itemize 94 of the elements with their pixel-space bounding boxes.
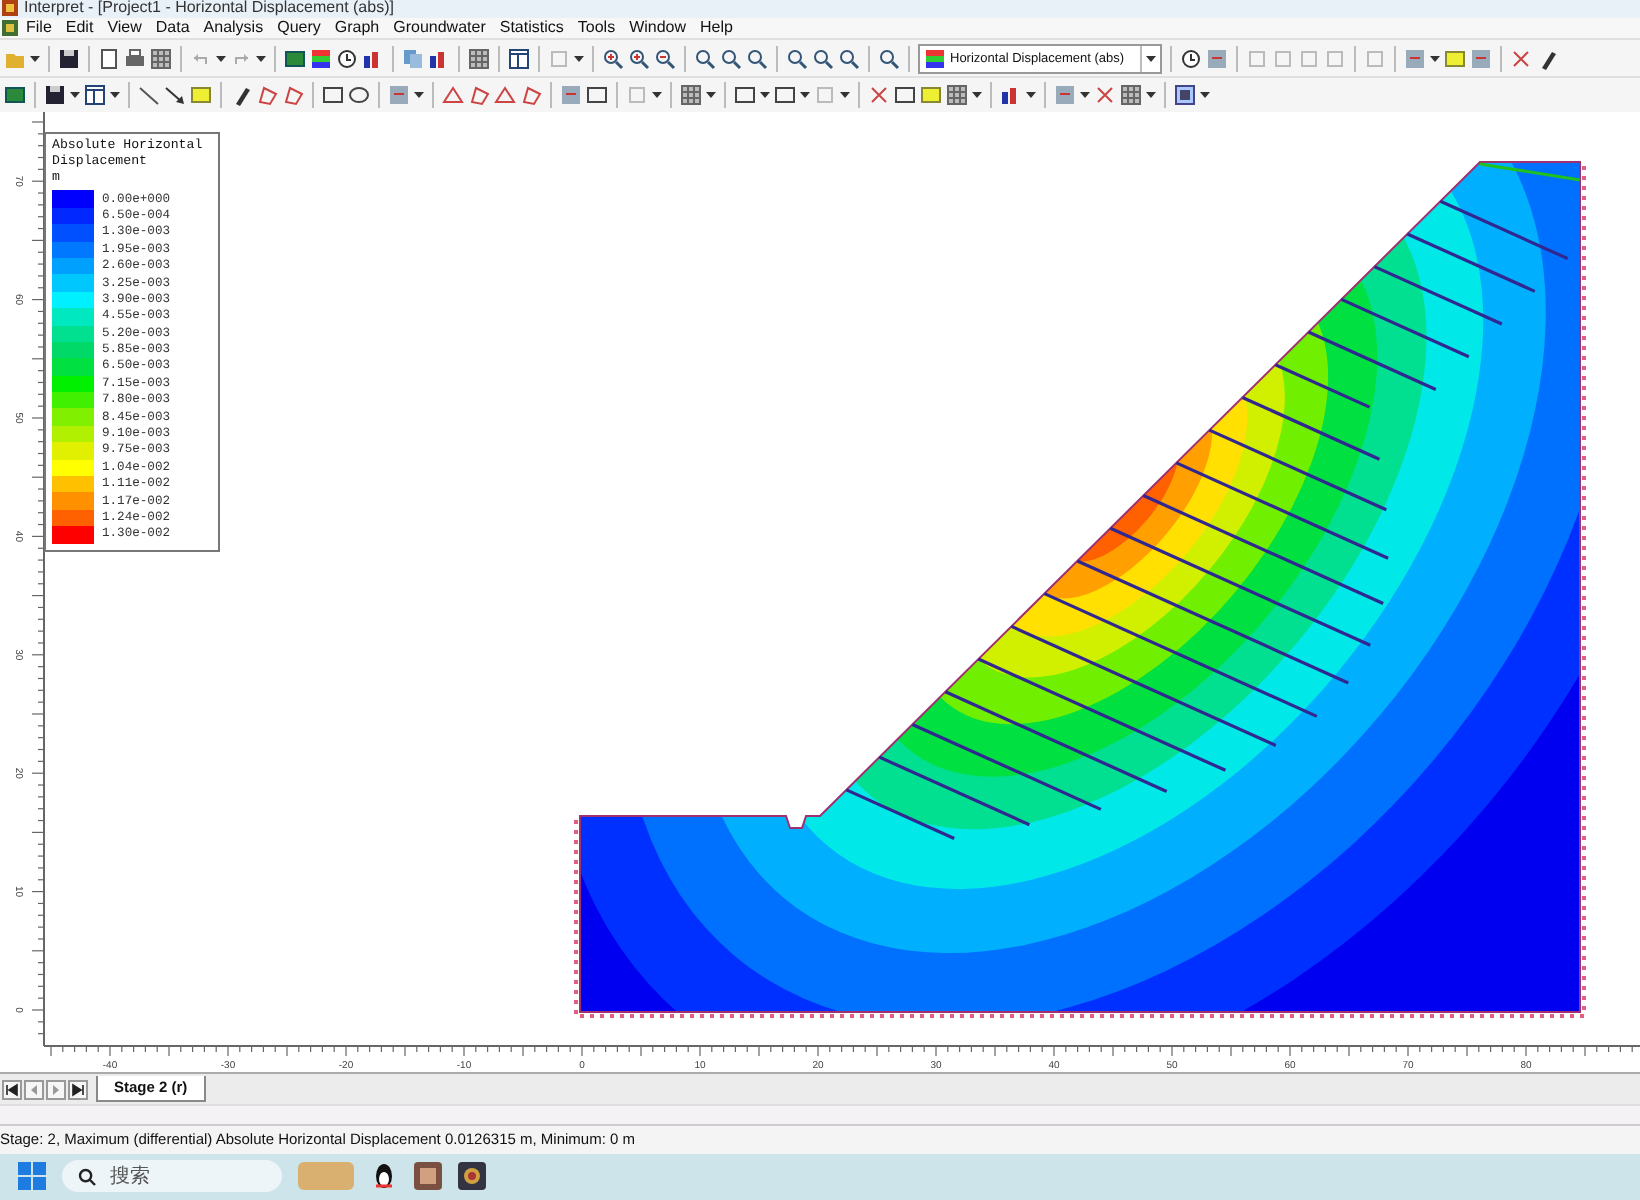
caret-icon[interactable] — [256, 53, 266, 64]
zoom-in-icon[interactable] — [602, 47, 624, 70]
caret-icon[interactable] — [972, 90, 982, 101]
previous-icon — [26, 1081, 42, 1098]
next-icon — [48, 1081, 64, 1098]
grid-icon[interactable] — [946, 84, 968, 107]
menu-item[interactable]: Graph — [328, 18, 386, 39]
caret-icon[interactable] — [414, 90, 424, 101]
menu-item[interactable]: Statistics — [493, 18, 570, 39]
caret-icon[interactable] — [706, 90, 716, 101]
rectangle-icon[interactable] — [322, 84, 344, 107]
caret-icon[interactable] — [1200, 90, 1210, 101]
rectangle-icon[interactable] — [734, 84, 756, 107]
magnifier-icon[interactable] — [812, 47, 834, 70]
search-input[interactable]: 搜索 — [106, 1163, 254, 1190]
last-page-button[interactable] — [68, 1079, 88, 1100]
pen-icon[interactable] — [230, 84, 252, 107]
caret-icon[interactable] — [652, 90, 662, 101]
search-icon — [78, 1167, 96, 1186]
menu-item[interactable]: Query — [271, 18, 327, 39]
last-page-icon — [70, 1081, 86, 1098]
caret-icon[interactable] — [30, 53, 40, 64]
cross-icon[interactable] — [868, 84, 890, 107]
search-field[interactable]: 搜索 — [62, 1160, 282, 1193]
penguin-icon[interactable] — [370, 1162, 398, 1191]
polygon-icon[interactable] — [256, 84, 278, 107]
rectangle-icon[interactable] — [774, 84, 796, 107]
menu-item[interactable]: Edit — [59, 18, 100, 39]
magnifier-icon[interactable] — [838, 47, 860, 70]
magnifier-icon[interactable] — [694, 47, 716, 70]
caret-icon[interactable] — [1080, 90, 1090, 101]
grid-icon[interactable] — [1120, 84, 1142, 107]
first-page-button[interactable] — [2, 1079, 22, 1100]
bar-chart-icon[interactable] — [428, 47, 450, 70]
map-icon[interactable] — [284, 47, 306, 70]
pen-icon[interactable] — [1536, 47, 1558, 70]
arrow-icon[interactable] — [164, 84, 186, 107]
cross-icon[interactable] — [1094, 84, 1116, 107]
color-bands-icon[interactable] — [310, 47, 332, 70]
polygon-icon[interactable] — [468, 84, 490, 107]
rectangle-icon[interactable] — [894, 84, 916, 107]
clock-icon[interactable] — [1180, 47, 1202, 70]
menu-item[interactable]: Window — [623, 18, 693, 39]
bar-chart-icon[interactable] — [362, 47, 384, 70]
menu-item[interactable]: Data — [149, 18, 196, 39]
menu-item[interactable]: View — [101, 18, 148, 39]
app-window-icon[interactable] — [458, 1162, 486, 1191]
bar-chart-icon[interactable] — [1000, 84, 1022, 107]
color-bands-icon — [924, 47, 946, 70]
grid-icon[interactable] — [680, 84, 702, 107]
rectangle-icon[interactable] — [586, 84, 608, 107]
caret-icon[interactable] — [1430, 53, 1440, 64]
window-title: Interpret - [Project1 - Horizontal Displacement (abs)] — [24, 0, 394, 17]
caret-icon[interactable] — [800, 90, 810, 101]
caret-icon[interactable] — [574, 53, 584, 64]
ellipse-icon[interactable] — [348, 84, 370, 107]
magnifier-icon[interactable] — [746, 47, 768, 70]
caret-icon[interactable] — [216, 53, 226, 64]
triangle-icon[interactable] — [494, 84, 516, 107]
windows-logo-icon[interactable] — [18, 1162, 46, 1191]
caret-icon[interactable] — [70, 90, 80, 101]
map-icon[interactable] — [4, 84, 26, 107]
line-icon[interactable] — [138, 84, 160, 107]
clock-icon[interactable] — [336, 47, 358, 70]
menu-item[interactable]: Analysis — [197, 18, 270, 39]
page-icon[interactable] — [98, 47, 120, 70]
grid-icon[interactable] — [468, 47, 490, 70]
caret-icon[interactable] — [1146, 90, 1156, 101]
magnifier-icon[interactable] — [786, 47, 808, 70]
grid-icon[interactable] — [150, 47, 172, 70]
polygon-icon[interactable] — [520, 84, 542, 107]
caret-icon[interactable] — [1146, 53, 1156, 64]
caret-icon[interactable] — [760, 90, 770, 101]
zoom-in-icon[interactable] — [628, 47, 650, 70]
triangle-icon[interactable] — [442, 84, 464, 107]
printer-icon[interactable] — [124, 47, 146, 70]
menu-item[interactable]: Help — [694, 18, 739, 39]
polygon-icon[interactable] — [282, 84, 304, 107]
menu-item[interactable]: Tools — [571, 18, 622, 39]
menu-item[interactable]: File — [20, 18, 58, 39]
magnifier-icon[interactable] — [720, 47, 742, 70]
first-page-icon — [4, 1081, 20, 1098]
caret-icon[interactable] — [110, 90, 120, 101]
table-icon[interactable] — [508, 47, 530, 70]
illustration-placeholder — [298, 1162, 354, 1191]
table-icon[interactable] — [84, 84, 106, 107]
app-window-icon[interactable] — [414, 1162, 442, 1191]
selection-box-icon[interactable] — [1174, 84, 1196, 107]
caret-icon[interactable] — [1026, 90, 1036, 101]
zoom-out-icon[interactable] — [654, 47, 676, 70]
magnifier-icon[interactable] — [878, 47, 900, 70]
menu-item[interactable]: Groundwater — [387, 18, 492, 39]
cross-icon[interactable] — [1510, 47, 1532, 70]
caret-icon[interactable] — [840, 90, 850, 101]
